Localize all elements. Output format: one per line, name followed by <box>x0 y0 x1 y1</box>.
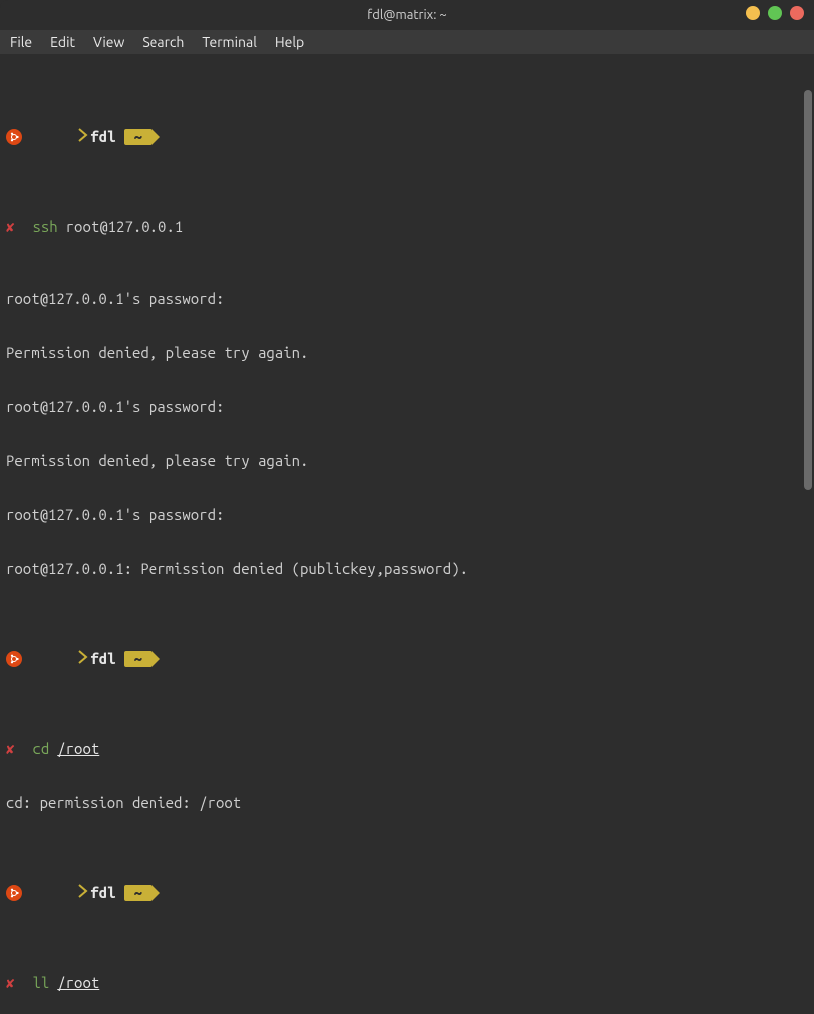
prompt-line: fdl ~ <box>6 650 808 668</box>
maximize-button[interactable] <box>768 6 782 20</box>
prompt-user: fdl <box>90 128 115 146</box>
menu-file[interactable]: File <box>10 34 32 50</box>
command-line: ✘ ll /root <box>6 974 808 992</box>
menu-edit[interactable]: Edit <box>50 34 75 50</box>
cross-icon: ✘ <box>6 218 14 236</box>
window-title: fdl@matrix: ~ <box>367 8 446 22</box>
chevron-right-icon <box>28 632 88 686</box>
output-line: cd: permission denied: /root <box>6 794 808 812</box>
output-line: root@127.0.0.1's password: <box>6 290 808 308</box>
cd-arg: /root <box>57 740 99 758</box>
chevron-right-icon <box>28 110 88 164</box>
prompt-user: fdl <box>90 650 115 668</box>
window-controls <box>746 6 804 20</box>
chevron-right-icon <box>28 866 88 920</box>
output-line: root@127.0.0.1: Permission denied (publi… <box>6 560 808 578</box>
output-line: root@127.0.0.1's password: <box>6 506 808 524</box>
cmd-cd: cd <box>32 740 49 758</box>
minimize-button[interactable] <box>746 6 760 20</box>
menu-terminal[interactable]: Terminal <box>202 34 257 50</box>
command-line: ✘ ssh root@127.0.0.1 <box>6 218 808 236</box>
menu-search[interactable]: Search <box>142 34 184 50</box>
ubuntu-icon <box>6 651 22 667</box>
scrollbar-thumb[interactable] <box>804 90 812 490</box>
prompt-line: fdl ~ <box>6 884 808 902</box>
cross-icon: ✘ <box>6 740 14 758</box>
prompt-cwd: ~ <box>124 885 152 901</box>
cmd-ssh: ssh <box>32 218 57 236</box>
output-line: Permission denied, please try again. <box>6 452 808 470</box>
ubuntu-icon <box>6 885 22 901</box>
ubuntu-icon <box>6 129 22 145</box>
prompt-line: fdl ~ <box>6 128 808 146</box>
ll-arg: /root <box>57 974 99 992</box>
cross-icon: ✘ <box>6 974 14 992</box>
output-line: root@127.0.0.1's password: <box>6 398 808 416</box>
terminal-output[interactable]: fdl ~ ✘ ssh root@127.0.0.1 root@127.0.0.… <box>0 54 814 1014</box>
window-titlebar: fdl@matrix: ~ <box>0 0 814 30</box>
prompt-cwd: ~ <box>124 129 152 145</box>
prompt-user: fdl <box>90 884 115 902</box>
output-line: Permission denied, please try again. <box>6 344 808 362</box>
cmd-ll: ll <box>32 974 49 992</box>
menu-help[interactable]: Help <box>275 34 304 50</box>
command-line: ✘ cd /root <box>6 740 808 758</box>
close-button[interactable] <box>790 6 804 20</box>
ssh-target: root@127.0.0.1 <box>66 218 184 236</box>
menu-view[interactable]: View <box>93 34 124 50</box>
prompt-cwd: ~ <box>124 651 152 667</box>
menu-bar: File Edit View Search Terminal Help <box>0 30 814 54</box>
